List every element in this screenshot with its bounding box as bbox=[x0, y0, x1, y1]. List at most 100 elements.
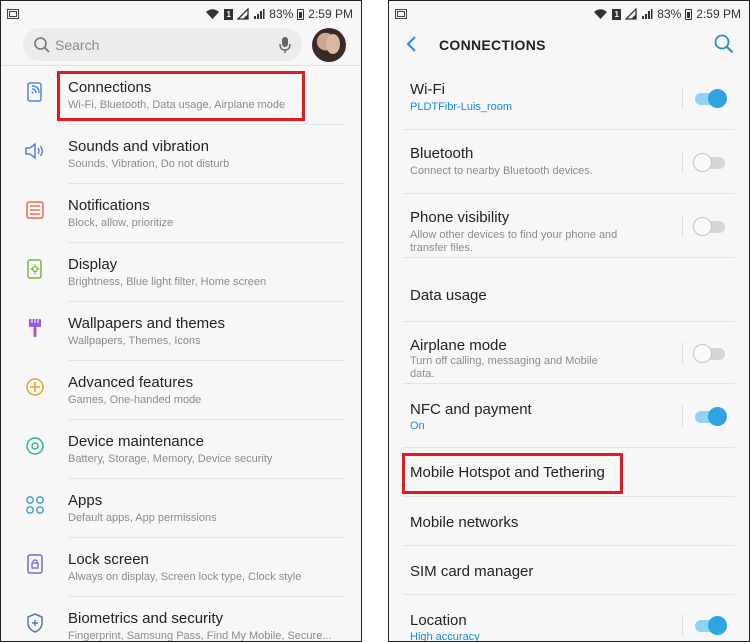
settings-item-title: Display bbox=[68, 256, 118, 273]
connections-item-wi-fi[interactable]: Wi-Fi PLDTFibr-Luis_room bbox=[389, 66, 749, 130]
toggle-switch[interactable] bbox=[693, 88, 727, 108]
settings-screen: 1 83% 2:59 PM Search Connections Wi-Fi, B… bbox=[0, 0, 362, 642]
settings-item-notifications[interactable]: Notifications Block, allow, prioritize bbox=[1, 184, 361, 243]
status-bar: 1 83% 2:59 PM bbox=[1, 1, 361, 27]
connections-item-mobile-networks[interactable]: Mobile networks bbox=[389, 497, 749, 546]
connections-item-phone-visibility[interactable]: Phone visibility Allow other devices to f… bbox=[389, 194, 749, 258]
highlight-box-hotspot bbox=[402, 453, 623, 494]
divider bbox=[682, 87, 683, 109]
connections-item-title: Phone visibility bbox=[410, 209, 510, 226]
clock: 2:59 PM bbox=[308, 7, 353, 21]
connections-item-nfc-and-payment[interactable]: NFC and payment On bbox=[389, 384, 749, 448]
toggle-switch[interactable] bbox=[693, 216, 727, 236]
screenshot-notification-icon bbox=[7, 9, 19, 19]
settings-item-sounds-and-vibration[interactable]: Sounds and vibration Sounds, Vibration, D… bbox=[1, 125, 361, 184]
connections-item-title: Wi-Fi bbox=[410, 81, 445, 98]
cell-signal-icon bbox=[237, 8, 249, 20]
search-icon[interactable] bbox=[713, 33, 735, 55]
divider bbox=[682, 151, 683, 173]
settings-item-biometrics-and-security[interactable]: Biometrics and security Fingerprint, Sams… bbox=[1, 597, 361, 642]
connections-item-location[interactable]: Location High accuracy bbox=[389, 595, 749, 642]
settings-item-apps[interactable]: Apps Default apps, App permissions bbox=[1, 479, 361, 538]
clock: 2:59 PM bbox=[696, 7, 741, 21]
apps-icon bbox=[23, 493, 47, 517]
connections-item-bluetooth[interactable]: Bluetooth Connect to nearby Bluetooth dev… bbox=[389, 130, 749, 194]
settings-item-device-maintenance[interactable]: Device maintenance Battery, Storage, Memo… bbox=[1, 420, 361, 479]
connections-item-sim-card-manager[interactable]: SIM card manager bbox=[389, 546, 749, 595]
connections-icon bbox=[23, 80, 47, 104]
settings-item-subtitle: Fingerprint, Samsung Pass, Find My Mobil… bbox=[68, 630, 332, 642]
cell-signal-2-icon bbox=[254, 9, 265, 19]
toggle-switch[interactable] bbox=[693, 343, 727, 363]
cell-signal-2-icon bbox=[642, 9, 653, 19]
settings-item-title: Wallpapers and themes bbox=[68, 315, 226, 332]
toggle-switch[interactable] bbox=[693, 152, 727, 172]
divider bbox=[682, 342, 683, 364]
connections-item-title: Location bbox=[410, 612, 467, 629]
settings-item-title: Apps bbox=[68, 492, 103, 509]
display-icon bbox=[23, 257, 47, 281]
divider bbox=[682, 614, 683, 636]
battery-icon bbox=[685, 8, 693, 20]
page-title: CONNECTIONS bbox=[439, 37, 546, 53]
connections-item-airplane-mode[interactable]: Airplane mode Turn off calling, messaging… bbox=[389, 322, 749, 384]
settings-item-advanced-features[interactable]: Advanced features Games, One-handed mode bbox=[1, 361, 361, 420]
battery-percent: 83% bbox=[657, 7, 682, 21]
search-placeholder: Search bbox=[55, 36, 100, 53]
connections-item-title: Data usage bbox=[410, 287, 487, 304]
toggle-switch[interactable] bbox=[693, 406, 727, 426]
settings-item-title: Sounds and vibration bbox=[68, 138, 209, 155]
speaker-icon bbox=[23, 139, 47, 163]
settings-item-subtitle: Block, allow, prioritize bbox=[68, 217, 174, 229]
cell-signal-icon bbox=[625, 8, 637, 20]
connections-item-subtitle: Allow other devices to find your phone a… bbox=[410, 229, 618, 254]
settings-item-title: Advanced features bbox=[68, 374, 194, 391]
settings-item-subtitle: Sounds, Vibration, Do not disturb bbox=[68, 158, 230, 170]
connections-item-subtitle: On bbox=[410, 420, 425, 432]
search-bar[interactable]: Search bbox=[23, 28, 302, 61]
settings-item-title: Biometrics and security bbox=[68, 610, 224, 627]
connections-screen: 1 83% 2:59 PM CONNECTIONS Wi-Fi PLDTFibr-… bbox=[388, 0, 750, 642]
connections-item-data-usage[interactable]: Data usage bbox=[389, 258, 749, 322]
search-icon bbox=[34, 36, 50, 53]
divider bbox=[682, 405, 683, 427]
divider bbox=[682, 215, 683, 237]
settings-item-title: Lock screen bbox=[68, 551, 149, 568]
maintenance-icon bbox=[23, 434, 47, 458]
status-bar: 1 83% 2:59 PM bbox=[389, 1, 749, 27]
settings-item-subtitle: Default apps, App permissions bbox=[68, 512, 217, 524]
shield-icon bbox=[23, 611, 47, 635]
settings-item-title: Device maintenance bbox=[68, 433, 204, 450]
connections-item-title: Mobile networks bbox=[410, 514, 519, 531]
advanced-features-icon bbox=[23, 375, 47, 399]
toggle-switch[interactable] bbox=[693, 615, 727, 635]
settings-item-display[interactable]: Display Brightness, Blue light filter, Ho… bbox=[1, 243, 361, 302]
connections-item-title: NFC and payment bbox=[410, 401, 532, 418]
settings-item-subtitle: Games, One-handed mode bbox=[68, 394, 202, 406]
settings-item-wallpapers-and-themes[interactable]: Wallpapers and themes Wallpapers, Themes,… bbox=[1, 302, 361, 361]
screenshot-notification-icon bbox=[395, 9, 407, 19]
connections-item-subtitle: Connect to nearby Bluetooth devices. bbox=[410, 165, 593, 177]
connections-item-title: Bluetooth bbox=[410, 145, 474, 162]
settings-item-subtitle: Brightness, Blue light filter, Home scre… bbox=[68, 276, 267, 288]
settings-item-subtitle: Battery, Storage, Memory, Device securit… bbox=[68, 453, 273, 465]
connections-item-subtitle: PLDTFibr-Luis_room bbox=[410, 101, 513, 113]
connections-item-title: SIM card manager bbox=[410, 563, 534, 580]
wifi-signal-icon bbox=[594, 9, 608, 19]
settings-item-subtitle: Always on display, Screen lock type, Clo… bbox=[68, 571, 302, 583]
wifi-signal-icon bbox=[206, 9, 220, 19]
notifications-icon bbox=[23, 198, 47, 222]
battery-icon bbox=[297, 8, 305, 20]
sim-badge: 1 bbox=[612, 8, 622, 20]
back-arrow-icon[interactable] bbox=[403, 34, 423, 54]
settings-item-lock-screen[interactable]: Lock screen Always on display, Screen loc… bbox=[1, 538, 361, 597]
microphone-icon[interactable] bbox=[278, 36, 292, 54]
connections-item-title: Airplane mode bbox=[410, 337, 507, 354]
connections-item-subtitle: Turn off calling, messaging and Mobile d… bbox=[410, 355, 598, 380]
brush-icon bbox=[23, 316, 47, 340]
settings-item-title: Notifications bbox=[68, 197, 150, 214]
profile-avatar[interactable] bbox=[312, 28, 346, 62]
connections-item-subtitle: High accuracy bbox=[410, 631, 480, 642]
settings-item-subtitle: Wallpapers, Themes, Icons bbox=[68, 335, 201, 347]
highlight-box-connections bbox=[57, 71, 305, 121]
